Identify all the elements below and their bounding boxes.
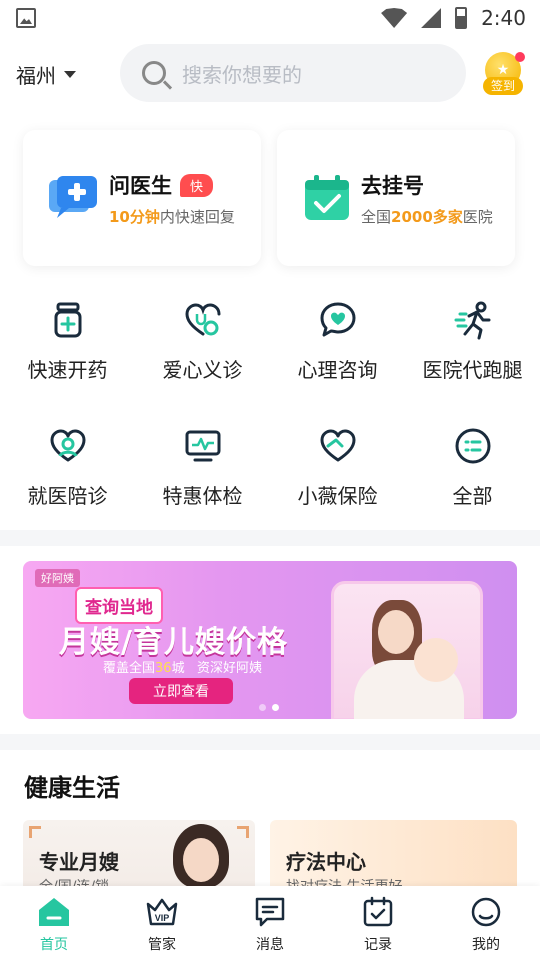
banner-headline: 月嫂/育儿嫂价格: [59, 625, 288, 660]
search-icon: [142, 61, 166, 85]
svg-text:VIP: VIP: [155, 913, 170, 923]
service-insurance[interactable]: 小薇保险: [270, 426, 405, 509]
home-icon: [39, 898, 69, 926]
ask-doctor-title: 问医生: [109, 174, 172, 198]
monitor-pulse-icon: [185, 430, 220, 462]
calendar-check-icon: [305, 175, 349, 220]
ask-doctor-subtitle: 10分钟内快速回复: [109, 208, 235, 226]
health-life-section: 健康生活 专业月嫂 全/国/连/锁 疗法中心 找对疗法 生活更好: [0, 750, 540, 900]
all-services-icon: [455, 428, 490, 464]
chevron-down-icon: [64, 71, 76, 78]
banner-photo: [331, 581, 483, 719]
city-selector[interactable]: 福州: [16, 60, 76, 89]
shield-heart-icon: [320, 429, 355, 462]
chat-heart-icon: [320, 302, 355, 337]
record-check-icon: [363, 896, 393, 927]
no-signal-icon: [421, 8, 442, 28]
tab-home[interactable]: 首页: [0, 886, 108, 960]
caregiver-photo: [173, 824, 229, 888]
profile-icon: [471, 897, 501, 927]
service-all[interactable]: 全部: [405, 426, 540, 509]
banner-subline: 覆盖全国36城 资深好阿姨: [103, 661, 262, 676]
vip-crown-icon: VIP: [146, 898, 178, 926]
bottom-tab-bar: 首页 VIP 管家 消息 记录 我的: [0, 886, 540, 960]
tab-butler[interactable]: VIP 管家: [108, 886, 216, 960]
notification-dot: [515, 52, 525, 62]
service-free-clinic[interactable]: 爱心义诊: [135, 300, 270, 383]
medicine-bottle-icon: [54, 302, 81, 338]
banner-section: 好阿姨 查询当地 月嫂/育儿嫂价格 覆盖全国36城 资深好阿姨 立即查看: [0, 546, 540, 734]
service-hospital-errand[interactable]: 医院代跑腿: [405, 300, 540, 383]
search-input[interactable]: 搜索你想要的: [182, 59, 302, 88]
checkin-button[interactable]: ★ 签到: [483, 52, 525, 98]
register-subtitle: 全国2000多家医院: [361, 208, 493, 226]
service-quick-medicine[interactable]: 快速开药: [0, 300, 135, 383]
register-title: 去挂号: [361, 174, 424, 198]
wifi-icon: [381, 8, 408, 28]
service-accompany[interactable]: 就医陪诊: [0, 426, 135, 509]
search-bar[interactable]: 搜索你想要的: [120, 44, 466, 102]
tab-mine[interactable]: 我的: [432, 886, 540, 960]
status-time: 2:40: [481, 6, 526, 30]
gallery-icon: [16, 8, 36, 28]
heart-stethoscope-icon: [184, 303, 220, 336]
service-psych-consult[interactable]: 心理咨询: [270, 300, 405, 383]
battery-icon: [455, 7, 468, 29]
status-bar: 2:40: [0, 0, 540, 36]
header: 福州 搜索你想要的: [0, 44, 540, 102]
banner-cta-button[interactable]: 立即查看: [129, 678, 233, 704]
fast-badge: 快: [180, 173, 214, 197]
tab-records[interactable]: 记录: [324, 886, 432, 960]
chat-plus-icon: [49, 176, 97, 218]
service-checkup[interactable]: 特惠体检: [135, 426, 270, 509]
carousel-indicator: [259, 704, 279, 711]
accompany-heart-icon: [50, 429, 85, 462]
banner-brand-logo: 好阿姨: [35, 569, 80, 587]
city-label: 福州: [16, 64, 56, 88]
running-person-icon: [454, 301, 490, 340]
checkin-label: 签到: [483, 77, 523, 95]
tab-messages[interactable]: 消息: [216, 886, 324, 960]
message-icon: [255, 897, 285, 927]
register-card[interactable]: 去挂号 全国2000多家医院: [277, 130, 515, 266]
promo-banner[interactable]: 好阿姨 查询当地 月嫂/育儿嫂价格 覆盖全国36城 资深好阿姨 立即查看: [23, 561, 517, 719]
ask-doctor-card[interactable]: 问医生 快 10分钟内快速回复: [23, 130, 261, 266]
section-title: 健康生活: [24, 774, 120, 802]
